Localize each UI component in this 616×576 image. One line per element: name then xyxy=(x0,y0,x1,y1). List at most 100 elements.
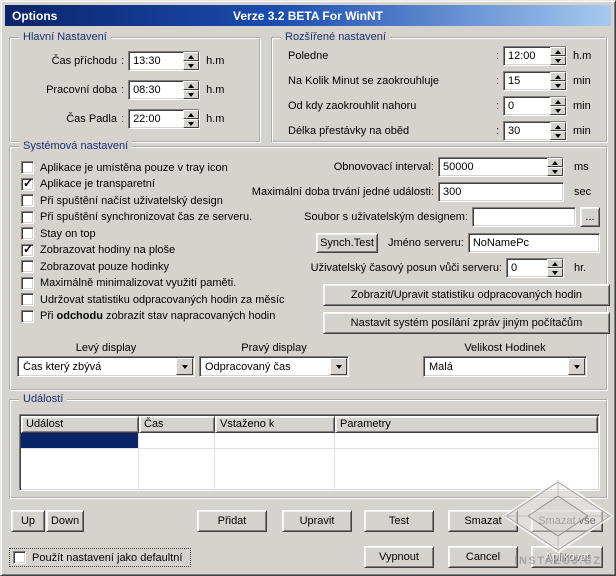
events-table-body[interactable] xyxy=(21,433,598,489)
chevron-down-icon[interactable] xyxy=(176,358,193,375)
spinner[interactable] xyxy=(183,52,199,70)
checkbox-minimize-memory[interactable]: Maximálně minimalizovat využití paměti. xyxy=(21,277,285,290)
stats-button[interactable]: Zobrazit/Upravit statistiku odpracovanýc… xyxy=(323,284,610,306)
spinner[interactable] xyxy=(547,259,563,277)
checkbox[interactable] xyxy=(21,227,34,240)
shutdown-button[interactable]: Vypnout xyxy=(364,546,434,568)
checkbox[interactable] xyxy=(21,293,34,306)
end-time-input[interactable] xyxy=(129,110,183,128)
checkbox-monthly-stats[interactable]: Udržovat statistiku odpracovaných hodin … xyxy=(21,293,285,306)
spinner[interactable] xyxy=(550,122,566,140)
max-duration-input[interactable] xyxy=(439,183,563,201)
spin-down-icon[interactable] xyxy=(183,61,199,70)
checkbox[interactable] xyxy=(21,310,34,323)
checkbox-tray-only[interactable]: Aplikace je umístěna pouze v tray icon xyxy=(21,161,285,174)
clock-size-select[interactable]: Malá xyxy=(423,356,587,377)
server-name-input[interactable] xyxy=(469,234,599,252)
checkbox[interactable] xyxy=(21,161,34,174)
column-header-params[interactable]: Parametry xyxy=(335,416,598,433)
spin-down-icon[interactable] xyxy=(547,268,563,277)
spin-down-icon[interactable] xyxy=(550,131,566,140)
checkbox[interactable] xyxy=(21,244,34,257)
arrival-time-input[interactable] xyxy=(129,52,183,70)
unit-label: ms xyxy=(574,161,600,173)
spin-down-icon[interactable] xyxy=(550,106,566,115)
right-display-select[interactable]: Odpracovaný čas xyxy=(199,356,349,377)
add-button[interactable]: Přidat xyxy=(197,510,267,532)
checkbox[interactable] xyxy=(21,260,34,273)
spinner[interactable] xyxy=(183,110,199,128)
spin-up-icon[interactable] xyxy=(183,52,199,61)
delete-all-button[interactable]: Smazat vše xyxy=(531,510,603,532)
round-up-input[interactable] xyxy=(504,97,550,115)
spinner[interactable] xyxy=(550,47,566,65)
spinner[interactable] xyxy=(183,81,199,99)
work-hours-input[interactable] xyxy=(129,81,183,99)
field-label: Maximální doba trvání jedné události: xyxy=(252,186,434,198)
column-header-related[interactable]: Vstaženo k xyxy=(215,416,335,433)
checkbox-sync-time[interactable]: Při spuštění synchronizovat čas ze serve… xyxy=(21,211,285,224)
group-title: Rozšířené nastavení xyxy=(281,31,390,43)
noon-input[interactable] xyxy=(504,47,550,65)
spin-up-icon[interactable] xyxy=(550,122,566,131)
title-bar[interactable]: Options Verze 3.2 BETA For WinNT xyxy=(5,5,611,26)
messages-button[interactable]: Nastavit systém posílání zpráv jiným poč… xyxy=(323,312,610,334)
checkbox[interactable] xyxy=(21,277,34,290)
left-display-select[interactable]: Čas který zbývá xyxy=(17,356,195,377)
apply-button[interactable]: Aplikovat xyxy=(531,546,603,568)
spin-down-icon[interactable] xyxy=(183,119,199,128)
spin-up-icon[interactable] xyxy=(550,97,566,106)
events-table[interactable]: Událost Čas Vstaženo k Parametry xyxy=(19,414,600,491)
spin-up-icon[interactable] xyxy=(183,110,199,119)
chevron-down-icon[interactable] xyxy=(568,358,585,375)
spin-down-icon[interactable] xyxy=(547,167,563,176)
max-duration-field xyxy=(438,182,564,202)
checkbox[interactable] xyxy=(21,194,34,207)
column-header-time[interactable]: Čas xyxy=(139,416,215,433)
column-header-event[interactable]: Událost xyxy=(21,416,139,433)
spin-up-icon[interactable] xyxy=(547,259,563,268)
checkbox-label: Aplikace je transparetní xyxy=(40,178,155,190)
checkbox-label: Zobrazovat pouze hodinky xyxy=(40,261,169,273)
round-minutes-input[interactable] xyxy=(504,72,550,90)
work-hours-field xyxy=(128,80,200,100)
checkbox[interactable] xyxy=(13,551,26,564)
lunch-break-input[interactable] xyxy=(504,122,550,140)
checkbox-label: Stay on top xyxy=(40,228,96,240)
chevron-down-icon[interactable] xyxy=(330,358,347,375)
cancel-button[interactable]: Cancel xyxy=(448,546,518,568)
spinner[interactable] xyxy=(550,97,566,115)
up-button[interactable]: Up xyxy=(11,510,45,532)
synch-test-button[interactable]: Synch.Test xyxy=(316,233,378,253)
spinner[interactable] xyxy=(547,158,563,176)
spin-up-icon[interactable] xyxy=(550,47,566,56)
down-button[interactable]: Down xyxy=(46,510,84,532)
checkbox-stay-on-top[interactable]: Stay on top xyxy=(21,227,285,240)
spin-up-icon[interactable] xyxy=(550,72,566,81)
unit-label: h.m xyxy=(206,55,232,67)
unit-label: h.m xyxy=(206,84,232,96)
default-settings-checkbox[interactable]: Použít nastavení jako defaultní xyxy=(9,548,191,567)
checkbox-show-clock-only[interactable]: Zobrazovat pouze hodinky xyxy=(21,260,285,273)
delete-button[interactable]: Smazat xyxy=(448,510,518,532)
spinner[interactable] xyxy=(550,72,566,90)
time-offset-input[interactable] xyxy=(507,259,547,277)
events-table-header: Událost Čas Vstaženo k Parametry xyxy=(21,416,598,433)
checkbox-transparent[interactable]: Aplikace je transparetní xyxy=(21,178,285,191)
refresh-interval-input[interactable] xyxy=(439,158,547,176)
checkbox[interactable] xyxy=(21,178,34,191)
spin-down-icon[interactable] xyxy=(183,90,199,99)
spin-up-icon[interactable] xyxy=(183,81,199,90)
browse-button[interactable]: ... xyxy=(580,207,600,227)
checkbox-show-hours-on-exit[interactable]: Při odchodu zobrazit stav napracovaných … xyxy=(21,310,285,323)
test-button[interactable]: Test xyxy=(364,510,434,532)
spin-down-icon[interactable] xyxy=(550,56,566,65)
spin-down-icon[interactable] xyxy=(550,81,566,90)
selected-event-row[interactable] xyxy=(21,433,138,448)
spin-up-icon[interactable] xyxy=(547,158,563,167)
checkbox[interactable] xyxy=(21,211,34,224)
checkbox-load-design[interactable]: Při spuštění načíst uživatelský design xyxy=(21,194,285,207)
checkbox-show-clock-desktop[interactable]: Zobrazovat hodiny na ploše xyxy=(21,244,285,257)
design-file-input[interactable] xyxy=(473,208,575,226)
edit-button[interactable]: Upravit xyxy=(282,510,352,532)
